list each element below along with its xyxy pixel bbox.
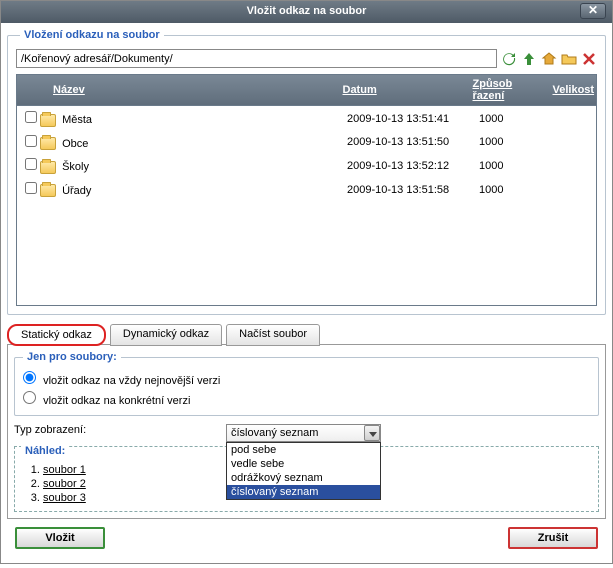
table-body-scroll[interactable]: Města2009-10-13 13:51:411000 Obce2009-10… bbox=[16, 106, 597, 306]
tab-label: Statický odkaz bbox=[21, 329, 92, 341]
home-icon[interactable] bbox=[541, 51, 557, 67]
row-sort: 1000 bbox=[473, 132, 553, 154]
row-date: 2009-10-13 13:52:12 bbox=[341, 155, 471, 177]
dropdown-option[interactable]: číslovaný seznam bbox=[227, 485, 380, 499]
row-sort: 1000 bbox=[473, 179, 553, 201]
path-row bbox=[16, 49, 597, 68]
folder-icon bbox=[40, 137, 56, 150]
file-table: Název Datum Způsob řazení Velikost bbox=[16, 74, 597, 106]
tab-static-link[interactable]: Statický odkaz bbox=[7, 324, 106, 346]
combo-dropdown: pod sebevedle sebeodrážkový seznamčíslov… bbox=[226, 442, 381, 500]
row-size bbox=[555, 179, 594, 201]
button-label: Vložit bbox=[45, 532, 74, 544]
display-type-row: Typ zobrazení: pod sebevedle sebeodrážko… bbox=[14, 424, 599, 442]
table-row[interactable]: Úřady 2009-10-13 13:51:581000 bbox=[19, 179, 594, 201]
chevron-down-icon[interactable] bbox=[364, 425, 380, 441]
fieldset-legend: Vložení odkazu na soubor bbox=[20, 29, 164, 41]
row-checkbox[interactable] bbox=[25, 135, 37, 147]
path-input[interactable] bbox=[16, 49, 497, 68]
row-checkbox[interactable] bbox=[25, 158, 37, 170]
tab-dynamic-link[interactable]: Dynamický odkaz bbox=[110, 324, 222, 346]
dialog-content: Vložení odkazu na soubor bbox=[1, 23, 612, 563]
row-sort: 1000 bbox=[473, 155, 553, 177]
radio-latest-label: vložit odkaz na vždy nejnovější verzi bbox=[43, 375, 220, 387]
dialog: Vložit odkaz na soubor ✕ Vložení odkazu … bbox=[0, 0, 613, 564]
files-only-fieldset: Jen pro soubory: vložit odkaz na vždy ne… bbox=[14, 351, 599, 416]
row-size bbox=[555, 108, 594, 130]
dialog-title: Vložit odkaz na soubor bbox=[247, 5, 367, 17]
row-size bbox=[555, 132, 594, 154]
table-row[interactable]: Města 2009-10-13 13:51:411000 bbox=[19, 108, 594, 130]
display-type-combo[interactable]: pod sebevedle sebeodrážkový seznamčíslov… bbox=[226, 424, 381, 442]
row-name: Úřady bbox=[62, 185, 91, 197]
display-type-label: Typ zobrazení: bbox=[14, 424, 214, 436]
button-label: Zrušit bbox=[538, 532, 569, 544]
col-name[interactable]: Název bbox=[53, 84, 85, 96]
dialog-footer: Vložit Zrušit bbox=[7, 519, 606, 557]
close-icon[interactable]: ✕ bbox=[580, 3, 606, 19]
col-sort[interactable]: Způsob řazení bbox=[473, 78, 513, 102]
row-date: 2009-10-13 13:51:58 bbox=[341, 179, 471, 201]
insert-link-fieldset: Vložení odkazu na soubor bbox=[7, 29, 606, 315]
folder-icon bbox=[40, 114, 56, 127]
path-toolbar bbox=[501, 51, 597, 67]
row-sort: 1000 bbox=[473, 108, 553, 130]
radio-latest[interactable]: vložit odkaz na vždy nejnovější verzi bbox=[23, 369, 590, 389]
tab-label: Dynamický odkaz bbox=[123, 328, 209, 340]
row-checkbox[interactable] bbox=[25, 111, 37, 123]
row-size bbox=[555, 155, 594, 177]
row-name: Školy bbox=[62, 161, 89, 173]
tab-panel-static: Jen pro soubory: vložit odkaz na vždy ne… bbox=[7, 344, 606, 519]
insert-button[interactable]: Vložit bbox=[15, 527, 105, 549]
tab-load-file[interactable]: Načíst soubor bbox=[226, 324, 320, 346]
tab-label: Načíst soubor bbox=[239, 328, 307, 340]
refresh-icon[interactable] bbox=[501, 51, 517, 67]
table-header: Název Datum Způsob řazení Velikost bbox=[17, 75, 597, 106]
titlebar: Vložit odkaz na soubor ✕ bbox=[1, 1, 612, 23]
col-date[interactable]: Datum bbox=[343, 84, 377, 96]
preview-legend: Náhled: bbox=[21, 445, 69, 457]
table-row[interactable]: Obce 2009-10-13 13:51:501000 bbox=[19, 132, 594, 154]
row-date: 2009-10-13 13:51:41 bbox=[341, 108, 471, 130]
dropdown-option[interactable]: odrážkový seznam bbox=[227, 471, 380, 485]
radio-specific[interactable]: vložit odkaz na konkrétní verzi bbox=[23, 389, 590, 409]
files-only-legend: Jen pro soubory: bbox=[23, 351, 121, 363]
dropdown-option[interactable]: vedle sebe bbox=[227, 457, 380, 471]
col-size[interactable]: Velikost bbox=[553, 84, 595, 96]
radio-specific-input[interactable] bbox=[23, 391, 36, 404]
combo-input[interactable] bbox=[226, 424, 381, 442]
radio-specific-label: vložit odkaz na konkrétní verzi bbox=[43, 395, 190, 407]
open-folder-icon[interactable] bbox=[561, 51, 577, 67]
row-checkbox[interactable] bbox=[25, 182, 37, 194]
delete-icon[interactable] bbox=[581, 51, 597, 67]
cancel-button[interactable]: Zrušit bbox=[508, 527, 598, 549]
dropdown-option[interactable]: pod sebe bbox=[227, 443, 380, 457]
tabs: Statický odkaz Dynamický odkaz Načíst so… bbox=[7, 323, 606, 345]
row-name: Města bbox=[62, 114, 92, 126]
row-name: Obce bbox=[62, 138, 88, 150]
table-row[interactable]: Školy 2009-10-13 13:52:121000 bbox=[19, 155, 594, 177]
radio-latest-input[interactable] bbox=[23, 371, 36, 384]
folder-icon bbox=[40, 184, 56, 197]
folder-icon bbox=[40, 161, 56, 174]
row-date: 2009-10-13 13:51:50 bbox=[341, 132, 471, 154]
up-icon[interactable] bbox=[521, 51, 537, 67]
